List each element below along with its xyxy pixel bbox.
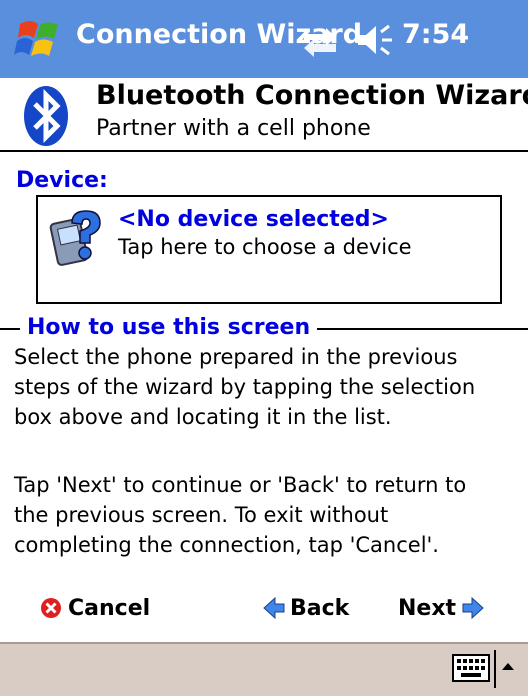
device-label: Device: [16,168,108,193]
help-line: Select the phone prepared in the previou… [14,345,458,369]
next-button[interactable]: Next [398,590,485,626]
back-button[interactable]: Back [262,590,349,626]
title-bar: Connection Wizard 7:54 [0,0,528,79]
cancel-button[interactable]: Cancel [40,590,150,626]
help-paragraph-2: Tap 'Next' to continue or 'Back' to retu… [14,470,514,560]
windows-start-icon[interactable] [12,12,66,66]
wizard-subtitle: Partner with a cell phone [96,116,371,141]
clock[interactable]: 7:54 [402,19,469,50]
help-paragraph-1: Select the phone prepared in the previou… [14,342,514,432]
help-line: steps of the wizard by tapping the selec… [14,375,476,399]
device-hint: Tap here to choose a device [118,235,412,259]
device-question-icon [49,210,101,266]
sip-separator [494,650,496,688]
cancel-icon [41,598,61,618]
header-divider [0,150,528,152]
help-line: Tap 'Next' to continue or 'Back' to retu… [14,473,467,497]
howto-label: How to use this screen [20,315,318,340]
back-arrow-icon [263,596,285,620]
connectivity-icon[interactable] [300,22,340,58]
next-arrow-icon [462,596,484,620]
keyboard-icon[interactable] [452,654,490,682]
help-line: the previous screen. To exit without [14,503,389,527]
cancel-label: Cancel [68,595,151,621]
wizard-header: Bluetooth Connection Wizard Partner with… [0,78,528,150]
speaker-icon[interactable] [354,22,394,58]
selected-device-name: <No device selected> [118,207,389,232]
menu-bar [0,642,528,696]
back-label: Back [290,595,350,621]
bluetooth-icon [24,86,68,146]
next-label: Next [398,595,457,621]
help-line: box above and locating it in the list. [14,405,392,429]
wizard-title: Bluetooth Connection Wizard [96,80,528,111]
help-line: completing the connection, tap 'Cancel'. [14,533,439,557]
sip-arrow-icon[interactable] [500,656,516,680]
device-selection-box[interactable]: <No device selected> Tap here to choose … [36,195,502,304]
